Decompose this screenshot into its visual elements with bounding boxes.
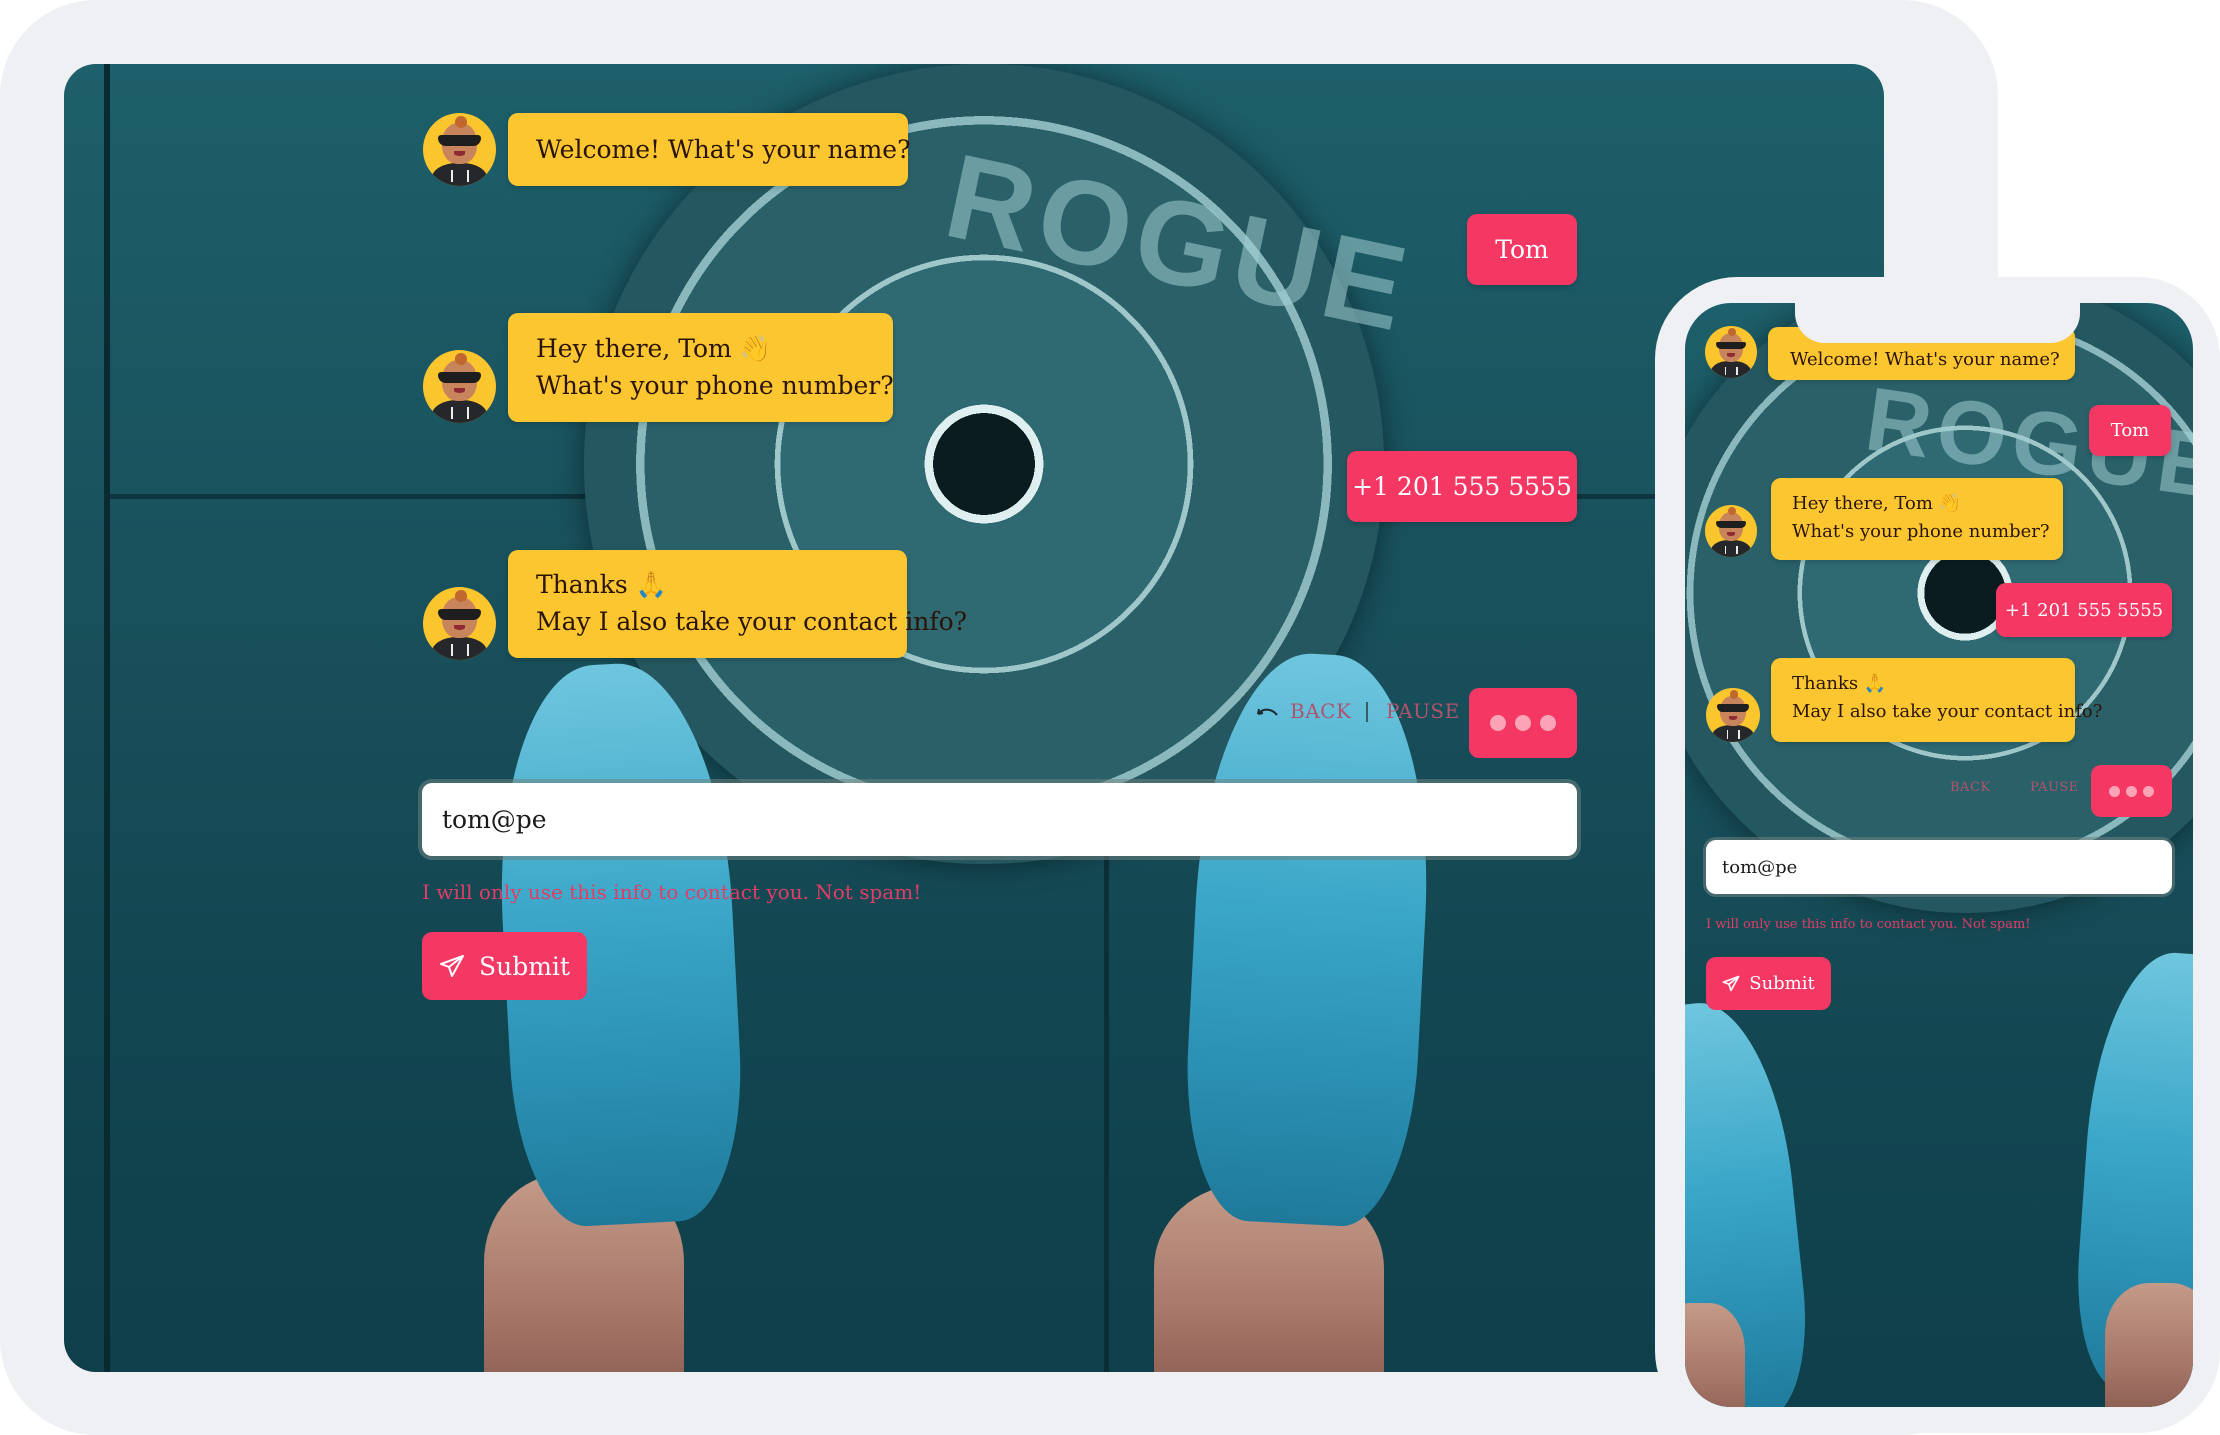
phone-notch <box>1795 303 2080 343</box>
bot-avatar <box>423 587 496 660</box>
back-button[interactable]: BACK <box>1950 780 1991 795</box>
bot-message: Thanks 🙏 May I also take your contact in… <box>508 550 968 658</box>
bot-message-text: May I also take your contact info? <box>536 607 968 636</box>
paper-plane-icon <box>440 955 464 977</box>
bot-message-text: Thanks <box>536 570 628 599</box>
bot-message-text: May I also take your contact info? <box>1792 701 2103 722</box>
waving-hand-emoji: 👋 <box>739 334 771 363</box>
tablet-screen: ROGUE Welcome! What's your name? Tom Hey… <box>64 64 1884 1372</box>
submit-label: Submit <box>1749 973 1815 994</box>
submit-label: Submit <box>479 951 570 981</box>
bot-message: Hey there, Tom 👋 What's your phone numbe… <box>1771 478 2063 560</box>
user-message: Tom <box>1467 214 1577 285</box>
typing-dot <box>2126 785 2137 797</box>
phone-device-frame: ROGUE Welcome! What's your name? Tom Hey… <box>1655 277 2220 1433</box>
typing-dot <box>1540 715 1556 731</box>
bot-avatar <box>423 350 496 423</box>
folded-hands-emoji: 🙏 <box>635 570 667 599</box>
user-message-text: Tom <box>1495 235 1549 264</box>
leg-left-image <box>1685 1303 1745 1407</box>
user-message-text: +1 201 555 5555 <box>2004 599 2164 621</box>
arrow-back-icon[interactable] <box>1255 706 1279 720</box>
waving-hand-emoji: 👋 <box>1938 493 1962 514</box>
bot-avatar <box>1705 505 1757 557</box>
bot-message: Thanks 🙏 May I also take your contact in… <box>1771 658 2103 742</box>
bot-message-text: Hey there, Tom <box>1792 493 1933 514</box>
typing-dot <box>1490 715 1506 731</box>
paper-plane-icon <box>1722 975 1740 992</box>
user-message-text: Tom <box>2110 420 2150 441</box>
user-message: Tom <box>2089 405 2171 456</box>
bot-avatar <box>423 113 496 186</box>
bot-avatar <box>1706 688 1760 742</box>
folded-hands-emoji: 🙏 <box>1863 673 1887 694</box>
typing-indicator <box>2091 765 2172 817</box>
bot-message: Hey there, Tom 👋 What's your phone numbe… <box>508 313 894 422</box>
bot-message-text: What's your phone number? <box>1792 521 2050 542</box>
user-message: +1 201 555 5555 <box>1347 451 1577 522</box>
submit-button[interactable]: Submit <box>1706 957 1831 1010</box>
bot-message-text: What's your phone number? <box>536 371 894 400</box>
contact-input-value: tom@pe <box>1722 856 1798 878</box>
leg-right-image <box>2105 1283 2193 1407</box>
bot-message: Welcome! What's your name? <box>508 113 911 186</box>
pause-button[interactable]: PAUSE <box>1386 699 1460 723</box>
bot-message-text: Welcome! What's your name? <box>536 135 911 164</box>
bot-message-text: Hey there, Tom <box>536 334 732 363</box>
bot-avatar <box>1705 326 1757 378</box>
back-button[interactable]: BACK <box>1290 699 1351 723</box>
contact-input-value: tom@pe <box>442 805 547 834</box>
typing-indicator <box>1469 688 1577 758</box>
submit-button[interactable]: Submit <box>422 932 587 1000</box>
input-helper-text: I will only use this info to contact you… <box>1706 917 2031 932</box>
typing-dot <box>1515 715 1531 731</box>
contact-input[interactable]: tom@pe <box>422 783 1577 856</box>
bot-message-text: Welcome! What's your name? <box>1790 349 2060 370</box>
contact-input[interactable]: tom@pe <box>1706 840 2172 894</box>
bot-message-text: Thanks <box>1792 673 1859 694</box>
user-message-text: +1 201 555 5555 <box>1352 472 1572 501</box>
pause-button[interactable]: PAUSE <box>2030 780 2079 795</box>
controls-separator <box>1366 702 1368 722</box>
typing-dot <box>2109 785 2120 797</box>
input-helper-text: I will only use this info to contact you… <box>422 880 922 904</box>
phone-screen: ROGUE Welcome! What's your name? Tom Hey… <box>1685 303 2193 1407</box>
typing-dot <box>2143 785 2154 797</box>
user-message: +1 201 555 5555 <box>1996 583 2172 637</box>
floor-seam <box>104 64 110 1372</box>
